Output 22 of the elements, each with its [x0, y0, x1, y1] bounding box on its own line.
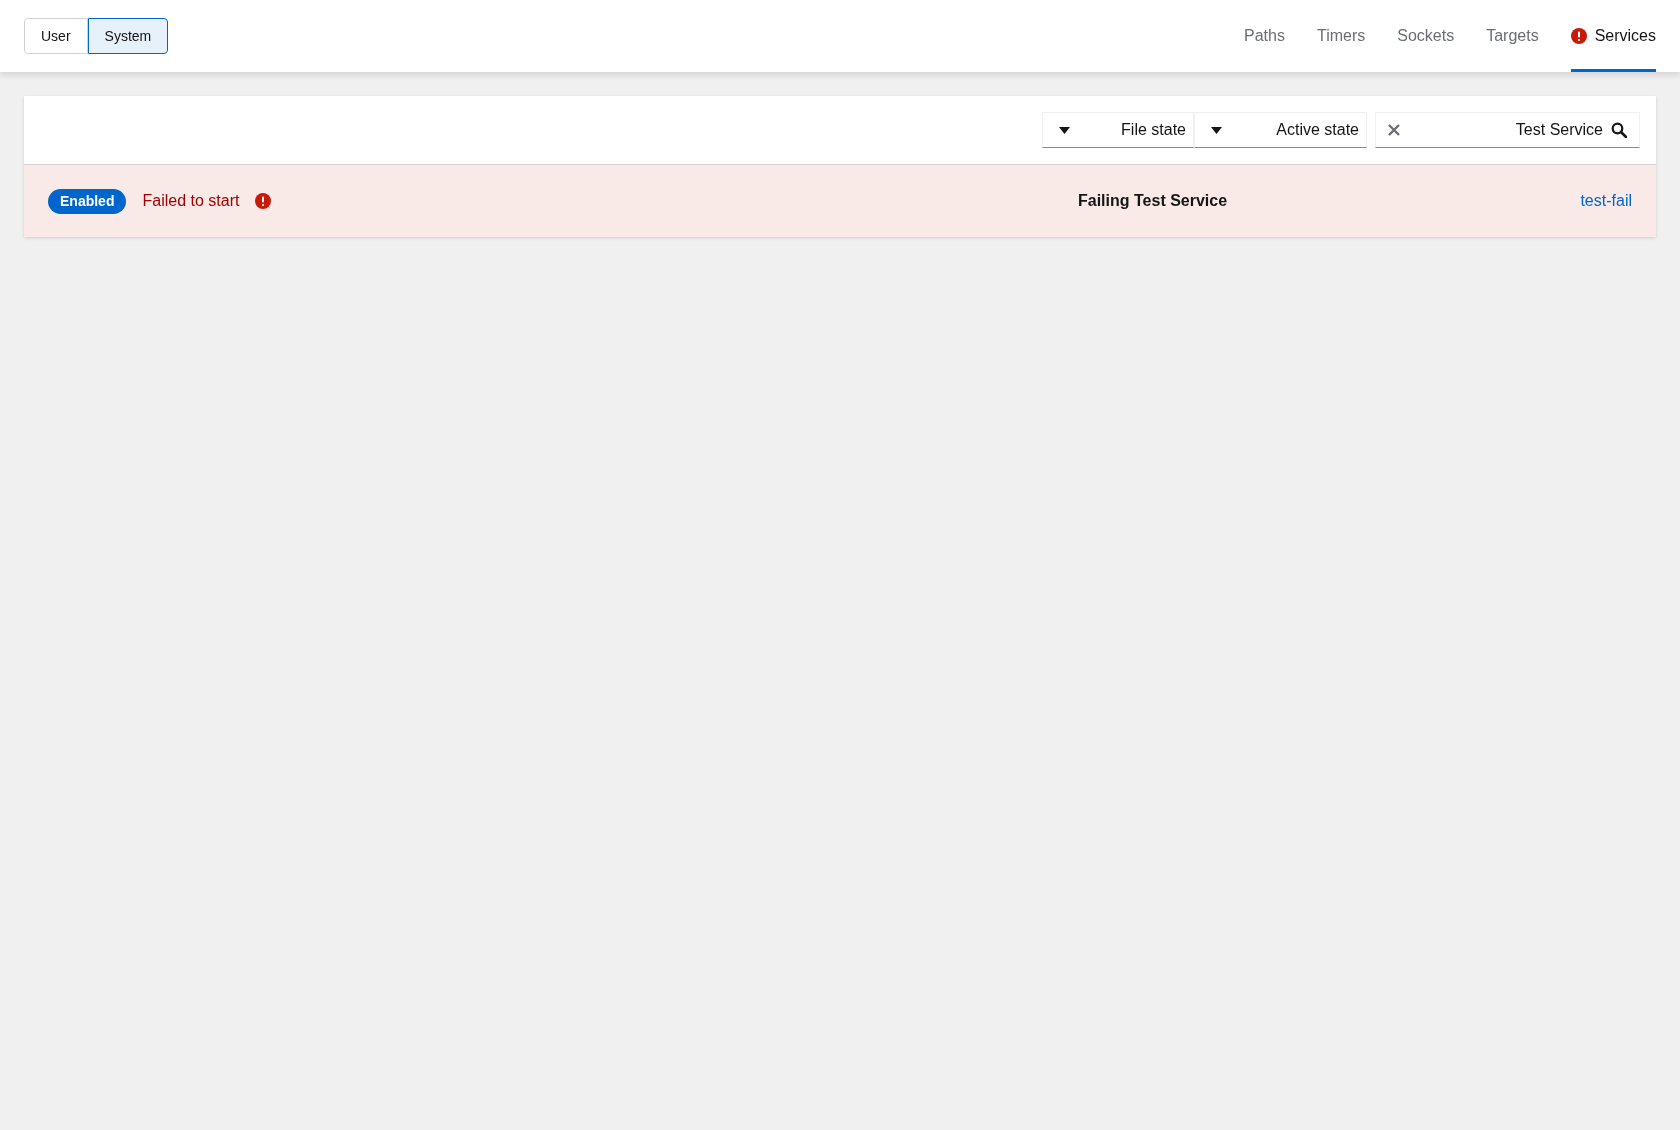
nav-tab[interactable]: Targets	[1486, 0, 1539, 72]
caret-icon	[1211, 126, 1222, 134]
search-field[interactable]: Test Service	[1408, 118, 1603, 142]
scope-toggle-button[interactable]: User	[24, 18, 88, 54]
search-icon[interactable]	[1611, 122, 1627, 138]
caret-icon	[1059, 126, 1070, 134]
enabled-badge: Enabled	[48, 188, 127, 214]
alert-icon	[1570, 28, 1587, 44]
nav-tab[interactable]: Sockets	[1397, 0, 1455, 72]
status-text: Failed to start	[142, 191, 240, 211]
filter-dropdown[interactable]: Active state	[1194, 112, 1367, 148]
unit-link[interactable]: test-fail	[1580, 189, 1632, 213]
nav-tab[interactable]: Timers	[1316, 0, 1366, 72]
service-row[interactable]: Enabled Failed to start Failing Test Service test-fail	[24, 165, 1656, 237]
scope-toggle-button[interactable]: System	[87, 18, 169, 54]
search-box[interactable]: Test Service	[1375, 112, 1640, 148]
service-description: Failing Test Service	[1078, 191, 1228, 211]
filter-dropdown[interactable]: File state	[1042, 112, 1194, 148]
nav-tab[interactable]: Services	[1570, 0, 1656, 72]
nav-tab[interactable]: Paths	[1244, 0, 1285, 72]
alert-icon	[255, 193, 272, 209]
clear-icon[interactable]	[1388, 124, 1400, 136]
